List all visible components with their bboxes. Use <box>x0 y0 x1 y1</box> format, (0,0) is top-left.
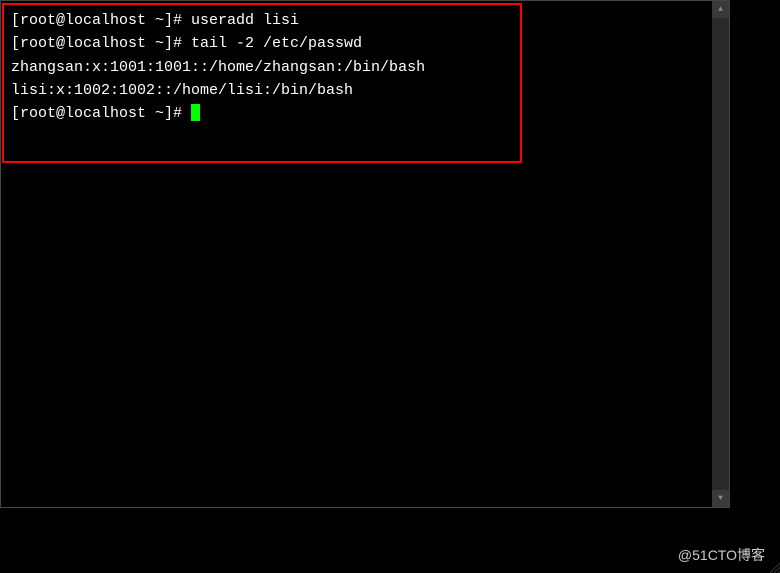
scrollbar-up-arrow-icon[interactable]: ▲ <box>712 1 729 18</box>
output-text: zhangsan:x:1001:1001::/home/zhangsan:/bi… <box>11 59 425 76</box>
command-text: useradd lisi <box>191 12 299 29</box>
scrollbar-down-arrow-icon[interactable]: ▼ <box>712 490 729 507</box>
terminal-window[interactable]: [root@localhost ~]# useradd lisi [root@l… <box>0 0 730 508</box>
watermark-text: @51CTO博客 <box>678 545 765 565</box>
scrollbar-track[interactable]: ▲ ▼ <box>712 1 729 507</box>
output-text: lisi:x:1002:1002::/home/lisi:/bin/bash <box>11 82 353 99</box>
terminal-content[interactable]: [root@localhost ~]# useradd lisi [root@l… <box>1 1 712 133</box>
prompt: [root@localhost ~]# <box>11 12 191 29</box>
command-text: tail -2 /etc/passwd <box>191 35 362 52</box>
terminal-cursor <box>191 104 200 121</box>
terminal-line: [root@localhost ~]# <box>11 102 702 125</box>
terminal-line: lisi:x:1002:1002::/home/lisi:/bin/bash <box>11 79 702 102</box>
resize-handle-icon[interactable] <box>765 558 780 573</box>
terminal-line: [root@localhost ~]# tail -2 /etc/passwd <box>11 32 702 55</box>
terminal-line: zhangsan:x:1001:1001::/home/zhangsan:/bi… <box>11 56 702 79</box>
prompt: [root@localhost ~]# <box>11 35 191 52</box>
prompt: [root@localhost ~]# <box>11 105 191 122</box>
terminal-line: [root@localhost ~]# useradd lisi <box>11 9 702 32</box>
